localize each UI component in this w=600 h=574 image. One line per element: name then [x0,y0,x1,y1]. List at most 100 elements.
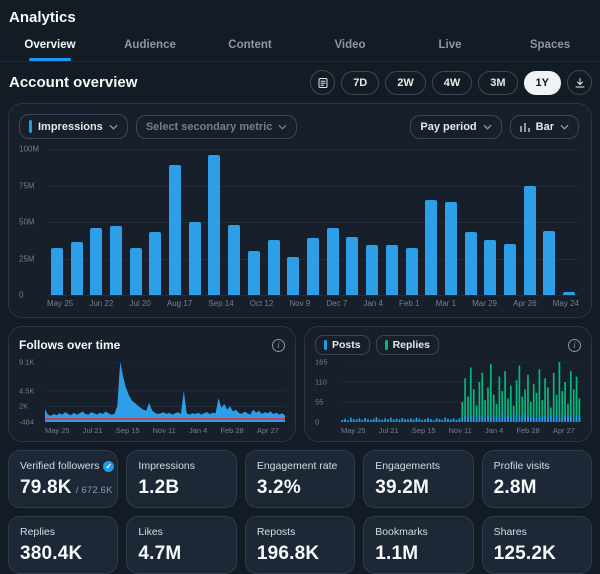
x-label-slot: Mar 29 [472,299,497,308]
x-axis-label: Mar 29 [472,299,497,308]
impressions-bar[interactable] [484,239,497,295]
primary-metric-dropdown[interactable]: Impressions [19,114,128,139]
chart-type-dropdown[interactable]: Bar [509,114,579,139]
x-axis-label: Nov 11 [448,426,472,435]
impressions-bar[interactable] [385,245,398,295]
stat-value-text: 125.2K [493,543,557,564]
impressions-bar[interactable] [228,224,241,295]
impressions-bar[interactable] [70,242,83,295]
impressions-bar[interactable] [346,236,359,295]
range-3m-button[interactable]: 3M [478,70,518,95]
impressions-bar[interactable] [169,165,182,295]
impressions-bar-chart[interactable]: 100M 75M 50M 25M 0 [19,145,579,300]
range-1y-button[interactable]: 1Y [523,70,561,95]
follows-chart-header: Follows over time i [19,336,285,354]
verified-badge-icon: ✓ [103,460,115,472]
bar-column [362,149,382,295]
impressions-bar[interactable] [405,248,418,295]
replies-legend-chip[interactable]: Replies [375,335,439,355]
secondary-metric-dropdown[interactable]: Select secondary metric [135,114,298,139]
x-label-slot: May 24 [553,299,579,308]
stat-value: 3.2% [257,477,343,499]
stat-card-verified-followers: Verified followers ✓ 79.8K/ 672.6K [8,450,119,508]
impressions-bar[interactable] [425,200,438,295]
x-axis-label: Jul 20 [129,299,151,308]
x-label-slot [456,299,472,308]
bar-column [402,149,422,295]
x-label-slot: Jan 4 [363,299,383,308]
x-axis-label: Jun 22 [89,299,114,308]
impressions-bar[interactable] [267,239,280,295]
tab-spaces[interactable]: Spaces [500,30,600,61]
range-7d-button[interactable]: 7D [341,70,380,95]
info-icon[interactable]: i [272,338,285,352]
stat-value-text: 4.7M [138,543,182,564]
x-label-slot: Aug 17 [167,299,192,308]
bar-column [106,149,126,295]
impressions-bar[interactable] [247,251,260,295]
x-axis-labels: May 25 Jul 21 Sep 15 Nov 11 Jan 4 Feb 28 Apr 2… [45,422,285,435]
stat-value: 2.8M [494,477,580,499]
impressions-bar[interactable] [287,257,300,295]
posts-legend-chip[interactable]: Posts [315,335,370,355]
x-label-slot: Apr 26 [513,299,537,308]
impressions-bar[interactable] [563,292,576,295]
tab-overview[interactable]: Overview [0,30,100,61]
bar-column [540,149,560,295]
stat-label-text: Verified followers [20,460,100,472]
stat-label-text: Replies [20,526,56,538]
impressions-bar[interactable] [188,222,201,295]
stat-label: Engagements [375,460,461,472]
impressions-bar[interactable] [444,201,457,295]
impressions-bar[interactable] [366,245,379,295]
impressions-bar[interactable] [149,232,162,295]
range-2w-button[interactable]: 2W [385,70,426,95]
y-axis-label: 50M [19,217,35,227]
x-axis-label: Dec 7 [326,299,348,308]
stat-value-text: 1.2B [138,477,180,498]
impressions-bar[interactable] [326,227,339,295]
tab-video[interactable]: Video [300,30,400,61]
impressions-bar[interactable] [90,227,103,295]
impressions-bar[interactable] [504,243,517,295]
range-4w-button[interactable]: 4W [431,70,473,95]
follows-area-chart[interactable]: 9.1K 4.5K 2K -484 [19,358,285,427]
gridline [47,295,579,296]
info-icon[interactable]: i [568,338,581,352]
impressions-bar[interactable] [464,232,477,295]
stats-row-2: Replies 380.4K Likes 4.7M Reposts 196.8K Bookm… [8,516,593,574]
stat-card-impressions: Impressions 1.2B [126,450,237,508]
bars-layer [47,149,579,295]
x-label-slot [347,299,363,308]
bar-column [205,149,225,295]
tab-label: Content [228,39,272,51]
tab-content[interactable]: Content [200,30,300,61]
impressions-bar[interactable] [129,248,142,295]
impressions-bar[interactable] [523,185,536,295]
posts-replies-bar-chart[interactable]: 165 110 55 0 [315,358,581,427]
tab-audience[interactable]: Audience [100,30,200,61]
x-axis-label: Apr 27 [256,426,279,435]
impressions-bar[interactable] [306,238,319,295]
x-label-slot [151,299,167,308]
impressions-bar[interactable] [208,154,221,295]
x-label-slot [383,299,399,308]
tab-live[interactable]: Live [400,30,500,61]
stat-label-text: Engagements [375,460,441,472]
x-axis-label: Sep 15 [115,426,140,435]
stat-label: Verified followers ✓ [20,460,115,472]
metrics-summary-button[interactable] [310,70,336,95]
impressions-bar[interactable] [109,226,122,295]
posts-accent-bar [324,340,327,350]
posts-replies-chart-card: Posts Replies i 165 110 55 0 May 25 Jul 21 Se… [304,326,592,442]
impressions-bar[interactable] [543,230,556,295]
download-button[interactable] [567,70,592,95]
period-dropdown[interactable]: Pay period [410,114,502,139]
stat-card-reposts: Reposts 196.8K [244,516,356,574]
chevron-down-icon [109,124,118,130]
bar-column [303,149,323,295]
stat-label-text: Likes [138,526,163,538]
impressions-bar[interactable] [50,248,63,295]
x-axis-label: Jul 21 [82,426,103,435]
x-axis-label: Feb 28 [516,426,540,435]
